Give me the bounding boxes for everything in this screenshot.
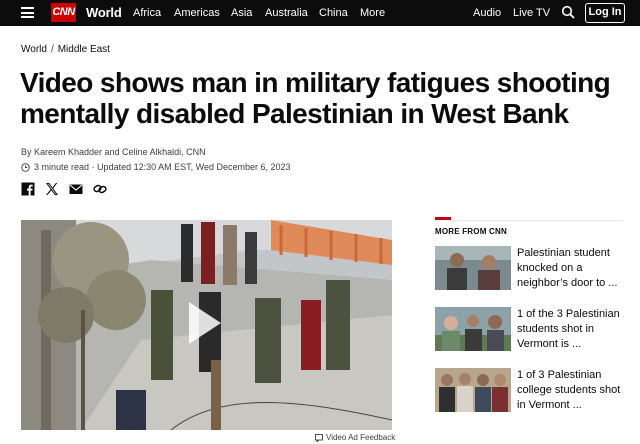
login-button[interactable]: Log In: [585, 3, 625, 23]
clock-icon: [21, 162, 30, 172]
updated-timestamp: · Updated 12:30 AM EST, Wed December 6, …: [91, 162, 291, 172]
link-icon[interactable]: [93, 182, 107, 196]
more-item-2[interactable]: 1 of the 3 Palestinian students shot in …: [435, 307, 623, 353]
more-item-3[interactable]: 1 of 3 Palestinian college students shot…: [435, 368, 623, 414]
read-time: 3 minute read: [34, 162, 90, 172]
nav-link-audio[interactable]: Audio: [473, 7, 501, 19]
play-icon[interactable]: [187, 300, 223, 346]
more-divider: [451, 220, 623, 221]
more-item-1[interactable]: Palestinian student knocked on a neighbo…: [435, 246, 623, 292]
search-icon[interactable]: [561, 5, 575, 19]
more-item-thumbnail: [435, 246, 511, 290]
nav-link-americas[interactable]: Americas: [174, 7, 220, 19]
feedback-icon: [315, 433, 323, 442]
nav-link-live-tv[interactable]: Live TV: [513, 7, 550, 19]
more-item-thumbnail: [435, 368, 511, 412]
nav-link-asia[interactable]: Asia: [231, 7, 252, 19]
share-bar: [21, 182, 107, 196]
page-title: Video shows man in military fatigues sho…: [20, 67, 611, 129]
video-ad-feedback[interactable]: Video Ad Feedback: [315, 433, 395, 442]
nav-link-africa[interactable]: Africa: [133, 7, 161, 19]
facebook-icon[interactable]: [21, 182, 35, 196]
more-item-headline[interactable]: 1 of the 3 Palestinian students shot in …: [517, 307, 627, 352]
hamburger-menu-icon[interactable]: [21, 7, 34, 18]
more-item-headline[interactable]: 1 of 3 Palestinian college students shot…: [517, 368, 627, 413]
article-meta: 3 minute read · Updated 12:30 AM EST, We…: [21, 162, 291, 172]
nav-link-china[interactable]: China: [319, 7, 348, 19]
breadcrumb-separator: /: [50, 44, 54, 55]
nav-link-australia[interactable]: Australia: [265, 7, 308, 19]
breadcrumb: World / Middle East: [21, 44, 110, 55]
more-from-cnn-title: MORE FROM CNN: [435, 227, 507, 236]
more-item-thumbnail: [435, 307, 511, 351]
byline: By Kareem Khadder and Celine Alkhaldi, C…: [21, 147, 206, 157]
video-player[interactable]: [21, 220, 392, 430]
x-twitter-icon[interactable]: [45, 182, 59, 196]
section-name-world[interactable]: World: [86, 5, 122, 20]
email-icon[interactable]: [69, 182, 83, 196]
ad-feedback-label: Video Ad Feedback: [326, 433, 396, 442]
nav-link-more[interactable]: More: [360, 7, 385, 19]
cnn-logo[interactable]: CNN: [51, 3, 76, 22]
breadcrumb-world[interactable]: World: [21, 44, 47, 55]
breadcrumb-middle-east[interactable]: Middle East: [58, 44, 110, 55]
top-navigation: CNN World Africa Americas Asia Australia…: [0, 0, 640, 26]
more-item-headline[interactable]: Palestinian student knocked on a neighbo…: [517, 246, 627, 291]
